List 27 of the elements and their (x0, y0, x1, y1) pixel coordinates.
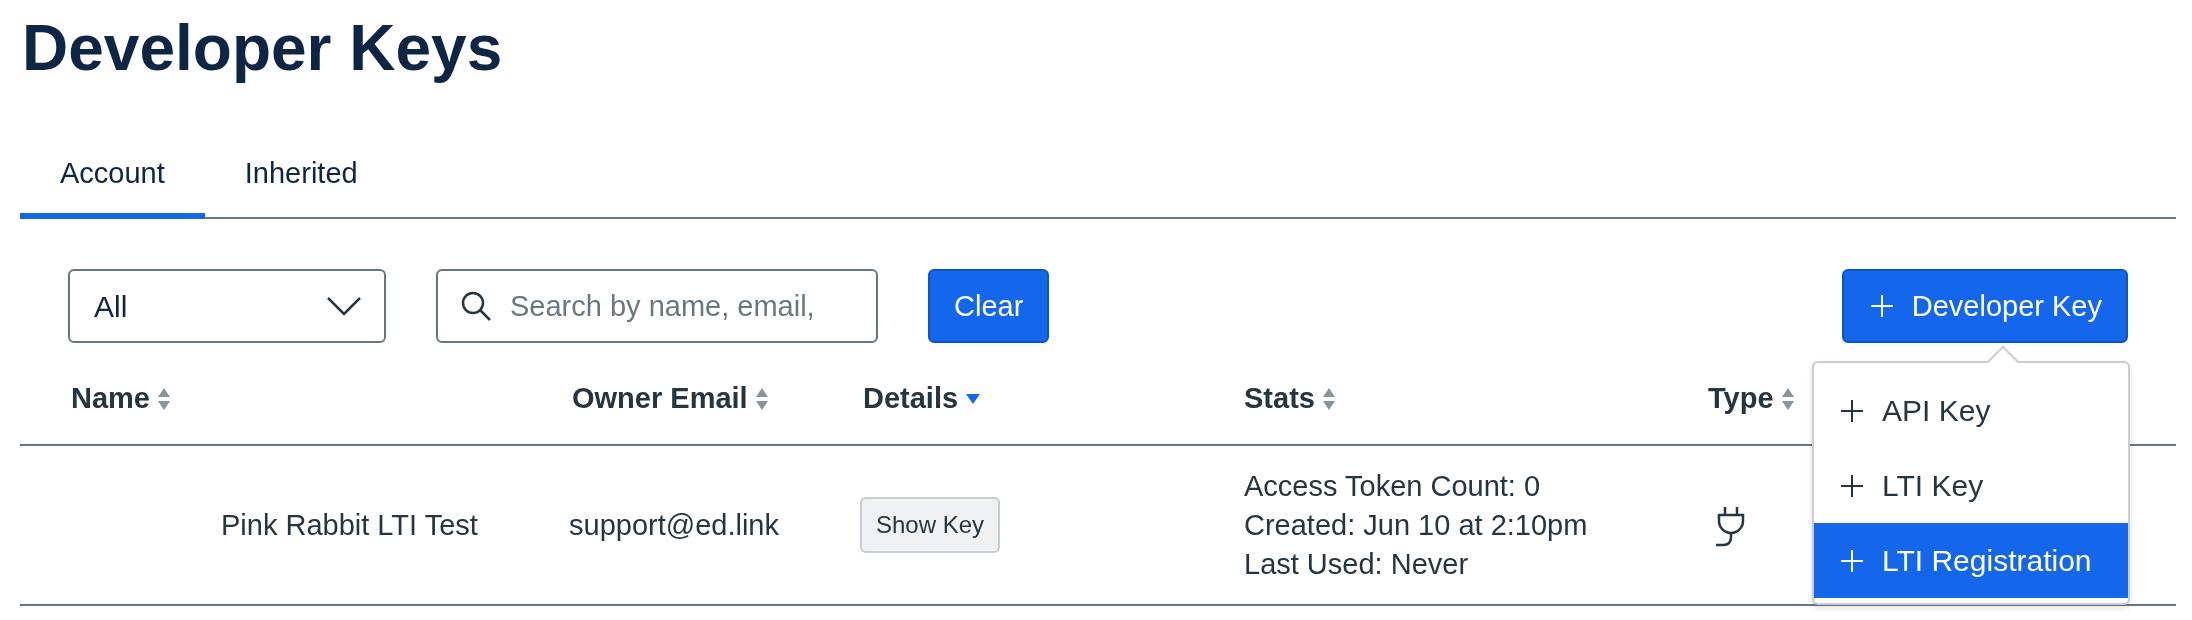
column-header[interactable]: Type (1688, 376, 1794, 421)
column-header[interactable]: Name (20, 376, 170, 421)
plus-icon (1840, 473, 1864, 498)
key-name: Pink Rabbit LTI Test (221, 508, 478, 541)
stats-line: Access Token Count: 0 (1244, 468, 1542, 504)
add-developer-key-button[interactable]: Developer Key (1841, 269, 2128, 344)
clear-button[interactable]: Clear (928, 269, 1050, 344)
page-title: Developer Keys (22, 11, 504, 86)
search-field[interactable]: Search by name, email, (436, 269, 878, 344)
column-header[interactable]: Details (843, 376, 981, 421)
stats-line: Created: Jun 10 at 2:10pm (1244, 507, 1589, 543)
plus-icon (1840, 548, 1864, 573)
plus-icon (1869, 294, 1894, 319)
owner-email: support@ed.link (569, 508, 779, 541)
tab[interactable]: Account (20, 141, 205, 220)
stats-line: Last Used: Never (1244, 546, 1470, 582)
filter-dropdown[interactable]: All (68, 269, 386, 344)
menu-item[interactable]: LTI Key (1814, 448, 2128, 524)
show-key-button[interactable]: Show Key (860, 497, 1001, 554)
column-header[interactable]: Stats (1224, 376, 1335, 421)
chevron-down-icon (326, 296, 362, 317)
column-header[interactable]: Owner Email (552, 376, 768, 421)
tab[interactable]: Inherited (204, 141, 398, 220)
menu-item[interactable]: API Key (1814, 373, 2128, 449)
search-icon (460, 290, 492, 323)
plus-icon (1840, 398, 1864, 423)
menu-item[interactable]: LTI Registration (1814, 523, 2128, 599)
